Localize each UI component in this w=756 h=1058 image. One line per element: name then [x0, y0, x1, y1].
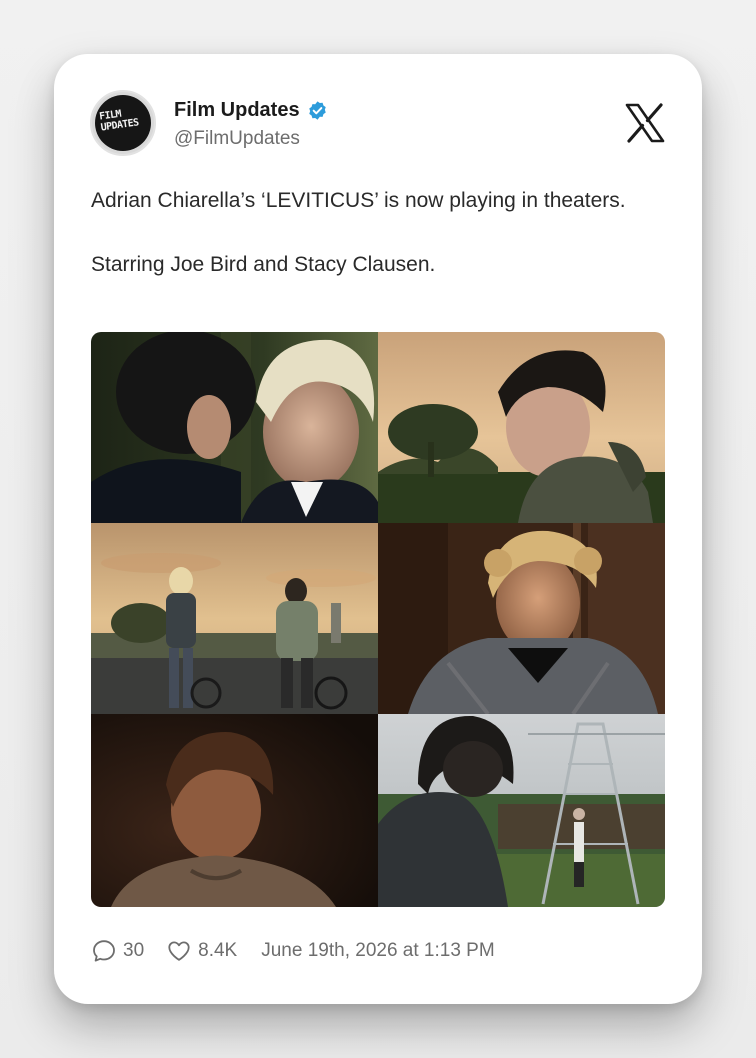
boys-walking-bikes-frame[interactable]: [91, 523, 378, 714]
tweet-card: FILM UPDATES Film Updates @FilmUpdates A…: [54, 54, 702, 1004]
heart-icon[interactable]: [166, 938, 192, 964]
media-grid: [91, 332, 665, 907]
author-name-row[interactable]: Film Updates: [174, 99, 328, 122]
boy-in-field-sunset-frame[interactable]: [378, 332, 665, 523]
curly-blond-boy-frame[interactable]: [378, 523, 665, 714]
back-view-power-tower-frame[interactable]: [378, 714, 665, 907]
two-men-close-up-frame[interactable]: [91, 332, 378, 523]
tweet-footer: 30 8.4K June 19th, 2026 at 1:13 PM: [91, 936, 495, 966]
avatar[interactable]: FILM UPDATES: [90, 90, 156, 156]
film-updates-logo: FILM UPDATES: [95, 95, 151, 151]
author-name[interactable]: Film Updates: [174, 99, 300, 122]
x-logo-icon[interactable]: [624, 102, 666, 144]
like-count: 8.4K: [198, 940, 238, 961]
verified-badge-icon: [308, 101, 326, 120]
tweet-timestamp[interactable]: June 19th, 2026 at 1:13 PM: [261, 940, 494, 962]
reply-count: 30: [123, 940, 145, 961]
tweet-paragraph: Adrian Chiarella’s ‘LEVITICUS’ is now pl…: [91, 189, 626, 212]
tweet-paragraph: Starring Joe Bird and Stacy Clausen.: [91, 253, 436, 276]
comment-bubble-icon[interactable]: [91, 938, 117, 964]
author-handle[interactable]: @FilmUpdates: [174, 128, 300, 150]
tweet-text: Adrian Chiarella’s ‘LEVITICUS’ is now pl…: [91, 185, 651, 313]
dim-smiling-boy-frame[interactable]: [91, 714, 378, 907]
